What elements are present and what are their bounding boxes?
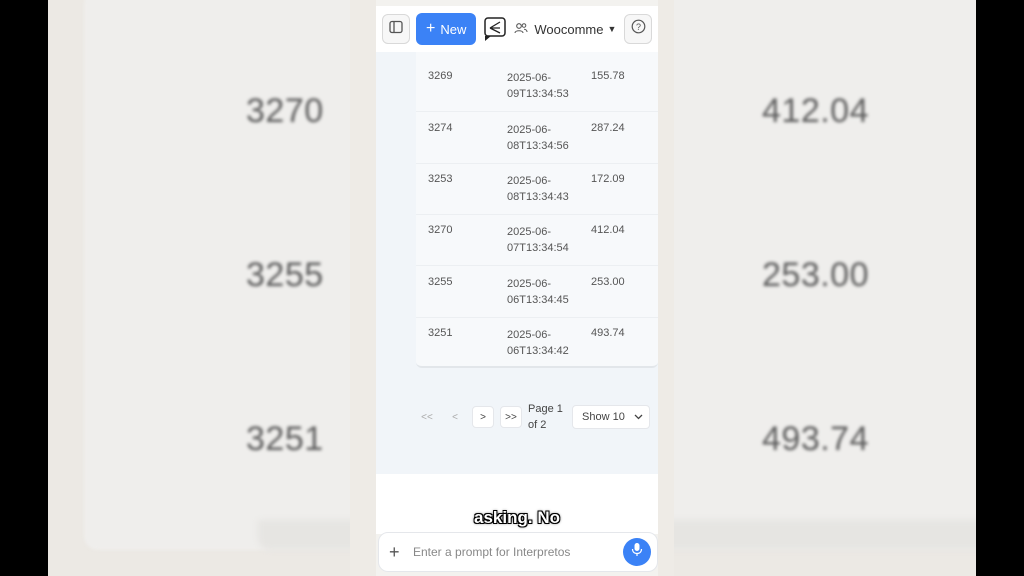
order-date: 2025-06-08T13:34:56	[507, 124, 569, 152]
users-icon	[514, 22, 528, 37]
table-row[interactable]: 3255 2025-06-06T13:34:45 253.00	[416, 266, 658, 318]
chevron-down-icon: ▼	[607, 24, 617, 34]
prev-page-button[interactable]: <	[444, 406, 466, 428]
order-amount: 155.78	[591, 70, 625, 82]
order-date: 2025-06-09T13:34:53	[507, 72, 569, 100]
help-icon: ?	[631, 19, 646, 39]
pagination: << < > >> Page 1 of 2 Show 10	[416, 402, 658, 432]
chevron-down-icon	[634, 411, 643, 423]
backdrop-value: 253.00	[762, 256, 869, 294]
prompt-bar: +	[378, 532, 658, 572]
order-date: 2025-06-07T13:34:54	[507, 226, 569, 254]
order-amount: 172.09	[591, 173, 625, 185]
orders-table: 3269 2025-06-09T13:34:53 155.78 3274 202…	[416, 52, 658, 368]
workspace-selector[interactable]: Woocomme ▼	[514, 22, 616, 37]
order-amount: 287.24	[591, 122, 625, 134]
order-id: 3270	[428, 224, 453, 236]
order-id: 3274	[428, 122, 453, 134]
page-indicator: Page 1 of 2	[528, 401, 566, 433]
main-content: 3269 2025-06-09T13:34:53 155.78 3274 202…	[376, 52, 658, 474]
page-size-select[interactable]: Show 10	[572, 405, 650, 429]
order-id: 3251	[428, 327, 453, 339]
top-bar: + New Woocomme ▼ ?	[376, 6, 658, 52]
backdrop-value: 493.74	[762, 420, 869, 458]
backdrop-value: 3270	[246, 92, 324, 130]
table-row[interactable]: 3270 2025-06-07T13:34:54 412.04	[416, 214, 658, 266]
order-amount: 253.00	[591, 276, 625, 288]
prompt-input[interactable]	[413, 545, 613, 559]
order-id: 3255	[428, 276, 453, 288]
order-id: 3269	[428, 70, 453, 82]
table-row[interactable]: 3274 2025-06-08T13:34:56 287.24	[416, 112, 658, 164]
microphone-icon	[631, 542, 643, 562]
page-indicator-line: Page 1	[528, 403, 563, 415]
order-id: 3253	[428, 173, 453, 185]
table-row[interactable]: 3251 2025-06-06T13:34:42 493.74	[416, 317, 658, 369]
video-caption: asking. No	[474, 508, 560, 527]
table-row[interactable]: 3269 2025-06-09T13:34:53 155.78	[416, 60, 658, 112]
plus-icon: +	[426, 20, 436, 37]
sidebar-icon	[389, 20, 403, 39]
backdrop-value: 3255	[246, 256, 324, 294]
next-page-button[interactable]: >	[472, 406, 494, 428]
add-attachment-icon[interactable]: +	[389, 542, 403, 563]
logo-icon[interactable]	[482, 15, 508, 43]
table-row[interactable]: 3253 2025-06-08T13:34:43 172.09	[416, 163, 658, 215]
page-size-label: Show 10	[582, 411, 625, 423]
phone-edge	[350, 0, 376, 576]
order-date: 2025-06-06T13:34:45	[507, 278, 569, 306]
page-indicator-line: of 2	[528, 419, 547, 431]
new-button[interactable]: + New	[416, 13, 477, 45]
order-amount: 412.04	[591, 224, 625, 236]
microphone-button[interactable]	[623, 538, 651, 566]
svg-text:?: ?	[635, 22, 640, 32]
phone-edge	[658, 0, 674, 576]
new-button-label: New	[440, 21, 467, 37]
order-amount: 493.74	[591, 327, 625, 339]
backdrop-value: 412.04	[762, 92, 869, 130]
sidebar-toggle-button[interactable]	[382, 14, 410, 44]
order-date: 2025-06-06T13:34:42	[507, 329, 569, 357]
workspace-label: Woocomme	[534, 21, 604, 37]
order-date: 2025-06-08T13:34:43	[507, 175, 569, 203]
last-page-button[interactable]: >>	[500, 406, 522, 428]
first-page-button[interactable]: <<	[416, 406, 438, 428]
help-button[interactable]: ?	[624, 14, 652, 44]
backdrop-value: 3251	[246, 420, 324, 458]
